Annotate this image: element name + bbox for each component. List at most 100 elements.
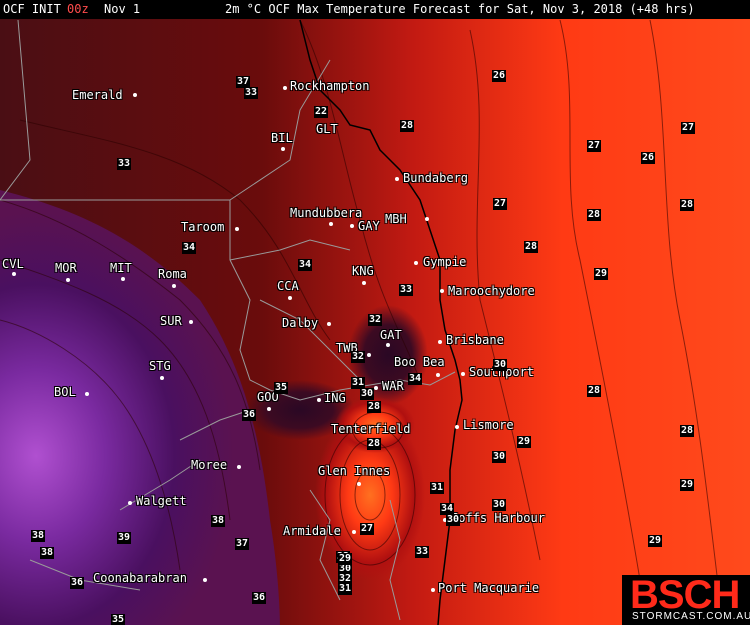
temp-value: 28 [367,401,382,413]
place-label-mor: MOR [55,261,77,275]
place-dot [66,278,70,282]
place-dot [425,217,429,221]
place-dot [395,177,399,181]
place-dot [267,407,271,411]
place-label-glen-innes: Glen Innes [318,464,391,478]
temp-value: 31 [338,583,353,595]
temp-value: 33 [415,546,430,558]
place-label-roma: Roma [158,267,187,281]
run-hour: 00z [67,2,89,16]
temp-value: 29 [594,268,609,280]
place-dot [317,398,321,402]
place-dot [237,465,241,469]
place-label-lismore: Lismore [463,418,514,432]
temp-value: 29 [517,436,532,448]
place-dot [461,372,465,376]
place-label-ing: ING [324,391,346,405]
place-dot [352,530,356,534]
place-label-gympie: Gympie [423,255,467,269]
place-label-mit: MIT [110,261,132,275]
place-dot [189,320,193,324]
bsch-logo: BSCH STORMCAST.COM.AU [622,573,750,625]
temp-value: 27 [360,523,375,535]
place-dot [431,588,435,592]
temp-value: 33 [117,158,132,170]
place-label-bol: BOL [54,385,76,399]
temp-value: 29 [680,479,695,491]
place-label-stg: STG [149,359,171,373]
temp-value: 28 [680,199,695,211]
temp-value: 26 [492,70,507,82]
temp-value: 32 [351,351,366,363]
temp-value: 33 [399,284,414,296]
place-dot [362,281,366,285]
place-label-rockhampton: Rockhampton [290,79,370,93]
temp-value: 30 [360,388,375,400]
place-dot [203,578,207,582]
place-label-glt: GLT [316,122,338,136]
place-dot [455,425,459,429]
place-label-bil: BIL [271,131,293,145]
temp-value: 30 [493,359,508,371]
place-dot [121,277,125,281]
place-label-armidale: Armidale [283,524,341,538]
temp-value: 35 [274,382,289,394]
place-label-cvl: CVL [2,257,24,271]
place-dot [386,343,390,347]
temp-value: 34 [298,259,313,271]
place-label-walgett: Walgett [136,494,187,508]
temp-value: 29 [648,535,663,547]
temp-value: 33 [244,87,259,99]
temp-value: 30 [492,451,507,463]
place-dot [12,272,16,276]
place-label-mbh: MBH [385,212,407,226]
forecast-map-view: OCF INIT 00z Nov 1 2m °C OCF Max Tempera… [0,0,750,625]
temp-value: 32 [368,314,383,326]
header-bar: OCF INIT 00z Nov 1 2m °C OCF Max Tempera… [0,0,750,19]
temp-value: 31 [430,482,445,494]
temp-value: 28 [587,385,602,397]
temp-value: 27 [493,198,508,210]
place-dot [436,373,440,377]
temp-value: 37 [235,538,250,550]
temp-value: 29 [338,553,353,565]
place-dot [235,227,239,231]
place-dot [438,340,442,344]
temp-value: 38 [211,515,226,527]
place-label-emerald: Emerald [72,88,123,102]
place-dot [350,224,354,228]
logo-subtext: STORMCAST.COM.AU [632,611,750,622]
place-dot [440,289,444,293]
place-dot [288,296,292,300]
map-title: 2m °C OCF Max Temperature Forecast for S… [225,2,695,16]
place-label-tenterfield: Tenterfield [331,422,411,436]
place-label-kng: KNG [352,264,374,278]
place-label-cca: CCA [277,279,299,293]
temp-value: 34 [182,242,197,254]
place-dot [367,353,371,357]
place-label-coffs-harbour: Coffs Harbour [451,511,545,525]
run-date: Nov 1 [104,2,141,16]
place-label-coonabarabran: Coonabarabran [93,571,187,585]
place-dot [327,322,331,326]
place-dot [357,482,361,486]
place-label-taroom: Taroom [181,220,225,234]
place-label-brisbane: Brisbane [446,333,504,347]
place-label-bundaberg: Bundaberg [403,171,469,185]
temp-value: 36 [242,409,257,421]
place-dot [281,147,285,151]
temp-value: 28 [400,120,415,132]
place-label-port-macquarie: Port Macquarie [438,581,540,595]
temp-value: 30 [446,514,461,526]
temp-value: 22 [314,106,329,118]
temp-value: 35 [111,614,126,625]
place-label-gay: GAY [358,219,380,233]
place-dot [283,86,287,90]
temp-value: 34 [408,373,423,385]
place-dot [374,386,378,390]
place-dot [160,376,164,380]
temp-value: 28 [367,438,382,450]
place-dot [414,261,418,265]
temp-value: 39 [117,532,132,544]
temp-value: 27 [681,122,696,134]
